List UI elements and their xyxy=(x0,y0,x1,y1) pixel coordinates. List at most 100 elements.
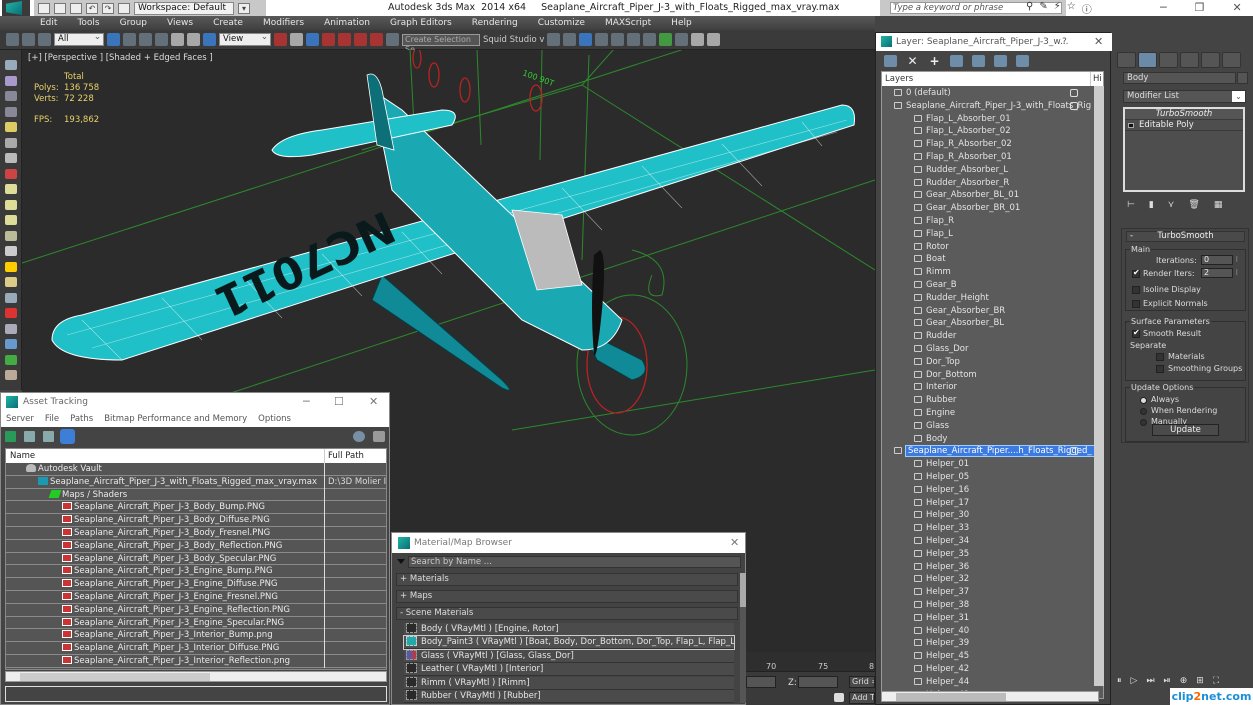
close-button[interactable]: ✕ xyxy=(369,393,378,411)
utilities-tab-icon[interactable] xyxy=(1222,52,1241,68)
asset-row[interactable]: Seaplane_Aircraft_Piper_J-3_Engine_Specu… xyxy=(6,616,386,630)
menu-tools[interactable]: Tools xyxy=(67,18,109,28)
layer-object-row[interactable]: Gear_Absorber_BR xyxy=(882,305,1092,318)
selection-filter-dropdown[interactable]: All xyxy=(54,32,104,46)
undo-icon[interactable]: ↶ xyxy=(86,2,98,14)
hide-toggle-checkbox[interactable] xyxy=(1070,89,1078,97)
snap-toggle-icon[interactable] xyxy=(322,33,335,46)
menu-help[interactable]: Help xyxy=(661,18,702,28)
render-setup-icon[interactable] xyxy=(659,33,673,46)
render-iters-spinner[interactable]: 2 xyxy=(1201,268,1238,278)
layer-object-row[interactable]: Helper_36 xyxy=(882,561,1092,574)
new-file-icon[interactable] xyxy=(38,2,50,14)
asset-row[interactable]: Seaplane_Aircraft_Piper_J-3_Body_Specula… xyxy=(6,552,386,566)
sphere-icon[interactable] xyxy=(5,339,17,349)
render-iterative-icon[interactable] xyxy=(707,33,721,46)
select-objects-in-layer-icon[interactable] xyxy=(950,55,963,67)
menu-views[interactable]: Views xyxy=(157,18,203,28)
layer-object-row[interactable]: Flap_R_Absorber_02 xyxy=(882,138,1092,151)
application-menu-button[interactable] xyxy=(2,0,30,16)
scene-material-row[interactable]: Leather ( VRayMtl ) [Interior] xyxy=(404,663,734,677)
motion-tab-icon[interactable] xyxy=(1180,52,1199,68)
window-crossing-icon[interactable] xyxy=(155,33,168,46)
material-editor-icon[interactable] xyxy=(643,33,657,46)
layer-object-row[interactable]: Dor_Bottom xyxy=(882,369,1092,382)
menu-file[interactable]: File xyxy=(45,411,59,427)
layer-object-row[interactable]: Flap_R xyxy=(882,215,1092,228)
camera-icon[interactable] xyxy=(5,137,17,148)
scene-explorer-icon[interactable] xyxy=(595,33,609,46)
layer-object-row[interactable]: Flap_L xyxy=(882,228,1092,241)
stack-item-turbosmooth[interactable]: TurboSmooth xyxy=(1125,109,1243,120)
asset-row[interactable]: Seaplane_Aircraft_Piper_J-3_with_Floats_… xyxy=(6,475,386,489)
minimize-button[interactable]: ─ xyxy=(303,393,310,411)
smoothing-groups-checkbox[interactable] xyxy=(1156,365,1164,373)
asset-row[interactable]: Seaplane_Aircraft_Piper_J-3_Body_Bump.PN… xyxy=(6,501,386,515)
layer-object-row[interactable]: Helper_01 xyxy=(882,458,1092,471)
save-icon[interactable] xyxy=(70,2,82,14)
film-icon[interactable] xyxy=(5,168,17,179)
scroll-thumb[interactable] xyxy=(740,573,746,607)
help-button[interactable]: ? xyxy=(1062,33,1067,51)
layer-object-row[interactable]: Helper_16 xyxy=(882,484,1092,497)
reference-coord-dropdown[interactable]: View xyxy=(219,32,271,46)
layer-horizontal-scrollbar[interactable] xyxy=(881,691,1099,702)
update-button[interactable]: Update xyxy=(1152,424,1219,436)
asset-row[interactable]: Seaplane_Aircraft_Piper_J-3_Engine_Diffu… xyxy=(6,578,386,591)
layer-object-row[interactable]: Glass xyxy=(882,420,1092,433)
edit-named-selection-icon[interactable] xyxy=(386,33,399,46)
ring-icon[interactable] xyxy=(5,230,17,241)
layer-object-row[interactable]: Glass_Dor xyxy=(882,343,1092,356)
turbosmooth-rollout-header[interactable]: - TurboSmooth xyxy=(1126,231,1245,242)
list-icon[interactable] xyxy=(5,91,17,101)
layer-object-row[interactable]: Gear_Absorber_BL_01 xyxy=(882,189,1092,202)
play-icon[interactable]: ▷ xyxy=(1131,676,1138,686)
layer-row[interactable]: Seaplane_Aircraft_Piper_J-3_with_Floats_… xyxy=(882,100,1092,113)
asset-row[interactable]: Seaplane_Aircraft_Piper_J-3_Interior_Dif… xyxy=(6,642,386,655)
list-view-icon[interactable] xyxy=(24,431,35,442)
scroll-thumb[interactable] xyxy=(896,693,1006,701)
help-icon[interactable] xyxy=(353,431,365,442)
layer-object-row[interactable]: Helper_34 xyxy=(882,535,1092,548)
layer-row[interactable]: 0 (default) xyxy=(882,87,1092,100)
rect-selection-icon[interactable] xyxy=(139,33,152,46)
menu-bitmap-performance[interactable]: Bitmap Performance and Memory xyxy=(104,411,247,427)
layer-object-row[interactable]: Flap_L_Absorber_02 xyxy=(882,125,1092,138)
create-layer-icon[interactable] xyxy=(884,55,897,67)
menu-edit[interactable]: Edit xyxy=(30,18,67,28)
viewport-label[interactable]: [+] [Perspective ] [Shaded + Edged Faces… xyxy=(28,53,213,63)
menu-options[interactable]: Options xyxy=(258,411,291,427)
link-icon[interactable] xyxy=(6,33,19,46)
asset-horizontal-scrollbar[interactable] xyxy=(5,671,387,682)
asset-row[interactable]: Seaplane_Aircraft_Piper_J-3_Engine_Bump.… xyxy=(6,565,386,579)
hierarchy-tab-icon[interactable] xyxy=(1159,52,1178,68)
squid-studio-label[interactable]: Squid Studio v xyxy=(483,35,544,45)
layer-object-row[interactable]: Rudder_Absorber_L xyxy=(882,164,1092,177)
close-button[interactable]: ✕ xyxy=(730,533,739,553)
cone-icon[interactable] xyxy=(5,246,17,256)
unlink-icon[interactable] xyxy=(22,33,35,46)
close-button[interactable]: ✕ xyxy=(1094,33,1103,51)
hide-toggle-checkbox[interactable] xyxy=(1070,101,1078,110)
asset-row[interactable]: Seaplane_Aircraft_Piper_J-3_Interior_Bum… xyxy=(6,629,386,643)
project-folder-icon[interactable] xyxy=(118,2,130,14)
show-end-result-icon[interactable]: ▮ xyxy=(1149,200,1154,210)
layer-object-row[interactable]: Helper_38 xyxy=(882,599,1092,612)
layer-row[interactable]: Seaplane_Aircraft_Piper....h_Floats_Rigg… xyxy=(882,445,1095,458)
layer-object-row[interactable]: Helper_05 xyxy=(882,471,1092,484)
grid-icon[interactable] xyxy=(5,106,17,117)
remove-modifier-icon[interactable]: 🗑 xyxy=(1188,200,1199,210)
leaf-icon[interactable] xyxy=(5,354,17,365)
pause-icon[interactable]: ⏸ xyxy=(1117,676,1122,686)
layer-object-row[interactable]: Engine xyxy=(882,407,1092,420)
lights-icon[interactable] xyxy=(5,60,17,70)
layers-icon[interactable] xyxy=(5,292,17,303)
layer-vertical-scrollbar[interactable] xyxy=(1094,86,1104,686)
when-rendering-radio[interactable] xyxy=(1140,408,1147,415)
layer-object-row[interactable]: Helper_35 xyxy=(882,548,1092,561)
menu-customize[interactable]: Customize xyxy=(528,18,595,28)
layer-object-row[interactable]: Gear_B xyxy=(882,279,1092,292)
gear-icon[interactable] xyxy=(5,153,17,163)
maximize-button[interactable]: ☐ xyxy=(334,393,344,411)
scene-material-row[interactable]: Body_Paint3 ( VRayMtl ) [Boat, Body, Dor… xyxy=(403,635,735,651)
